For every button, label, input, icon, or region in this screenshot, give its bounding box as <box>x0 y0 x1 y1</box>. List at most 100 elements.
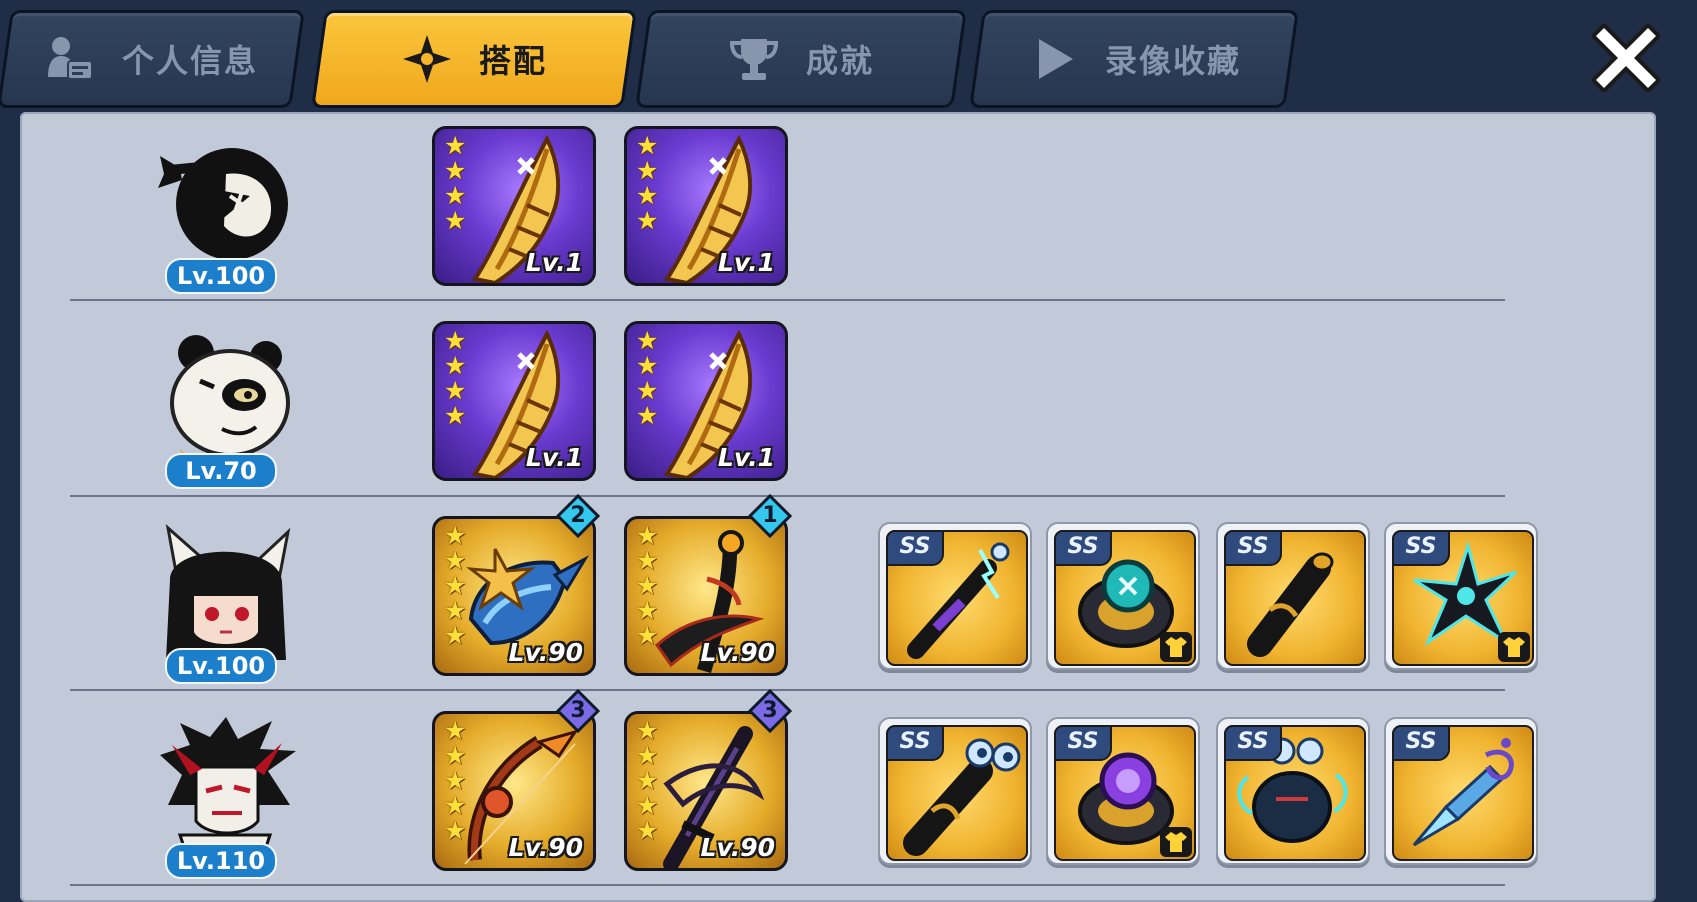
gear-slot[interactable]: SS <box>878 717 1032 865</box>
star-icon: ★ <box>636 621 659 650</box>
row-divider <box>70 884 1505 886</box>
character-level-badge: Lv.100 <box>165 258 277 294</box>
rank-badge: SS <box>1224 725 1282 761</box>
rank-badge: SS <box>1054 530 1112 566</box>
shirt-icon <box>1165 637 1187 657</box>
gear-slot[interactable]: SS <box>878 522 1032 670</box>
weapon-slot[interactable]: ★ ★ ★ ★ ★ Lv.90 <box>432 711 596 871</box>
gem-count: 3 <box>762 698 778 723</box>
star-icon: ★ <box>636 716 659 745</box>
tab-loadout[interactable]: 搭配 <box>311 10 637 108</box>
weapon-slot[interactable]: ★ ★ ★ ★ ★ Lv.90 <box>624 516 788 676</box>
star-icon: ★ <box>444 131 467 160</box>
gear-slot[interactable]: SS <box>1046 717 1200 865</box>
weapon-slot[interactable]: ★ ★ ★ ★ Lv.1 <box>432 126 596 286</box>
loadout-row: Lv.100 ★ ★ ★ ★ ★ Lv.90 2 ★ ★ ★ ★ ★ Lv.90… <box>20 494 1656 697</box>
star-icon: ★ <box>636 131 659 160</box>
star-icon: ★ <box>444 206 467 235</box>
star-icon: ★ <box>636 816 659 845</box>
outfit-shirt-icon <box>1498 632 1530 662</box>
weapon-level: Lv.90 <box>508 638 583 667</box>
star-icon: ★ <box>636 181 659 210</box>
weapon-level: Lv.90 <box>700 638 775 667</box>
gem-count: 2 <box>570 503 586 528</box>
enhance-gem-badge: 3 <box>748 689 792 733</box>
enhance-gem-badge: 2 <box>556 494 600 538</box>
tab-replays[interactable]: 录像收藏 <box>969 10 1299 108</box>
star-rating: ★ ★ ★ ★ <box>636 328 662 428</box>
star-rating: ★ ★ ★ ★ <box>636 133 662 233</box>
weapon-level: Lv.1 <box>525 248 583 277</box>
shirt-icon <box>1503 637 1525 657</box>
enhance-gem-badge: 1 <box>748 494 792 538</box>
rank-badge: SS <box>886 530 944 566</box>
loadout-row: Lv.100 ★ ★ ★ ★ Lv.1 ★ ★ ★ ★ Lv.1 <box>20 112 1656 307</box>
star-icon: ★ <box>444 351 467 380</box>
star-rating: ★ ★ ★ ★ ★ <box>444 523 470 648</box>
star-icon: ★ <box>444 596 467 625</box>
tab-profile[interactable]: 个人信息 <box>0 10 305 108</box>
rank-badge: SS <box>1054 725 1112 761</box>
row-divider <box>70 299 1505 301</box>
star-icon: ★ <box>444 816 467 845</box>
gem-count: 1 <box>762 503 778 528</box>
star-icon: ★ <box>636 571 659 600</box>
star-icon: ★ <box>636 376 659 405</box>
gear-slot[interactable]: SS <box>1384 717 1538 865</box>
rank-badge: SS <box>886 725 944 761</box>
tab-loadout-label: 搭配 <box>478 42 547 80</box>
shirt-icon <box>1165 832 1187 852</box>
star-icon: ★ <box>444 791 467 820</box>
tab-profile-label: 个人信息 <box>121 42 258 80</box>
star-icon: ★ <box>444 571 467 600</box>
star-icon: ★ <box>444 326 467 355</box>
weapon-slot[interactable]: ★ ★ ★ ★ Lv.1 <box>624 321 788 481</box>
weapon-slot[interactable]: ★ ★ ★ ★ ★ Lv.90 <box>432 516 596 676</box>
weapon-level: Lv.1 <box>717 443 775 472</box>
shuriken-icon <box>402 35 451 83</box>
enhance-gem-badge: 3 <box>556 689 600 733</box>
close-icon[interactable] <box>1582 14 1670 102</box>
star-icon: ★ <box>444 716 467 745</box>
profile-card-icon <box>47 37 93 80</box>
star-icon: ★ <box>636 521 659 550</box>
star-icon: ★ <box>636 741 659 770</box>
gear-slot[interactable]: SS <box>1046 522 1200 670</box>
star-icon: ★ <box>444 766 467 795</box>
character-level-badge: Lv.70 <box>165 453 277 489</box>
star-icon: ★ <box>444 156 467 185</box>
trophy-icon <box>729 39 778 80</box>
star-icon: ★ <box>636 596 659 625</box>
rank-badge: SS <box>1392 725 1450 761</box>
tab-achievements[interactable]: 成就 <box>635 10 967 108</box>
weapon-slot[interactable]: ★ ★ ★ ★ Lv.1 <box>432 321 596 481</box>
gear-slot[interactable]: SS <box>1384 522 1538 670</box>
star-icon: ★ <box>636 766 659 795</box>
star-rating: ★ ★ ★ ★ ★ <box>636 523 662 648</box>
tab-achievements-content: 成就 <box>645 13 957 105</box>
loadout-panel: Lv.100 ★ ★ ★ ★ Lv.1 ★ ★ ★ ★ Lv.1 Lv.70 ★… <box>20 112 1656 902</box>
weapon-level: Lv.1 <box>525 443 583 472</box>
loadout-row: Lv.70 ★ ★ ★ ★ Lv.1 ★ ★ ★ ★ Lv.1 <box>20 307 1656 502</box>
star-icon: ★ <box>636 401 659 430</box>
star-icon: ★ <box>636 546 659 575</box>
weapon-slot[interactable]: ★ ★ ★ ★ ★ Lv.90 <box>624 711 788 871</box>
gear-slot[interactable]: SS <box>1216 522 1370 670</box>
gear-slot[interactable]: SS <box>1216 717 1370 865</box>
star-icon: ★ <box>444 521 467 550</box>
weapon-level: Lv.90 <box>700 833 775 862</box>
star-icon: ★ <box>636 791 659 820</box>
tab-profile-content: 个人信息 <box>7 13 295 105</box>
tab-achievements-label: 成就 <box>805 42 874 80</box>
star-icon: ★ <box>636 156 659 185</box>
star-icon: ★ <box>444 546 467 575</box>
star-rating: ★ ★ ★ ★ ★ <box>444 718 470 843</box>
loadout-row: Lv.110 ★ ★ ★ ★ ★ Lv.90 3 ★ ★ ★ ★ ★ Lv.90… <box>20 689 1656 892</box>
top-tab-bar: 个人信息 搭配 成就 录像收藏 <box>0 0 1697 108</box>
outfit-shirt-icon <box>1160 827 1192 857</box>
star-icon: ★ <box>444 376 467 405</box>
weapon-slot[interactable]: ★ ★ ★ ★ Lv.1 <box>624 126 788 286</box>
outfit-shirt-icon <box>1160 632 1192 662</box>
star-icon: ★ <box>636 206 659 235</box>
star-icon: ★ <box>636 326 659 355</box>
